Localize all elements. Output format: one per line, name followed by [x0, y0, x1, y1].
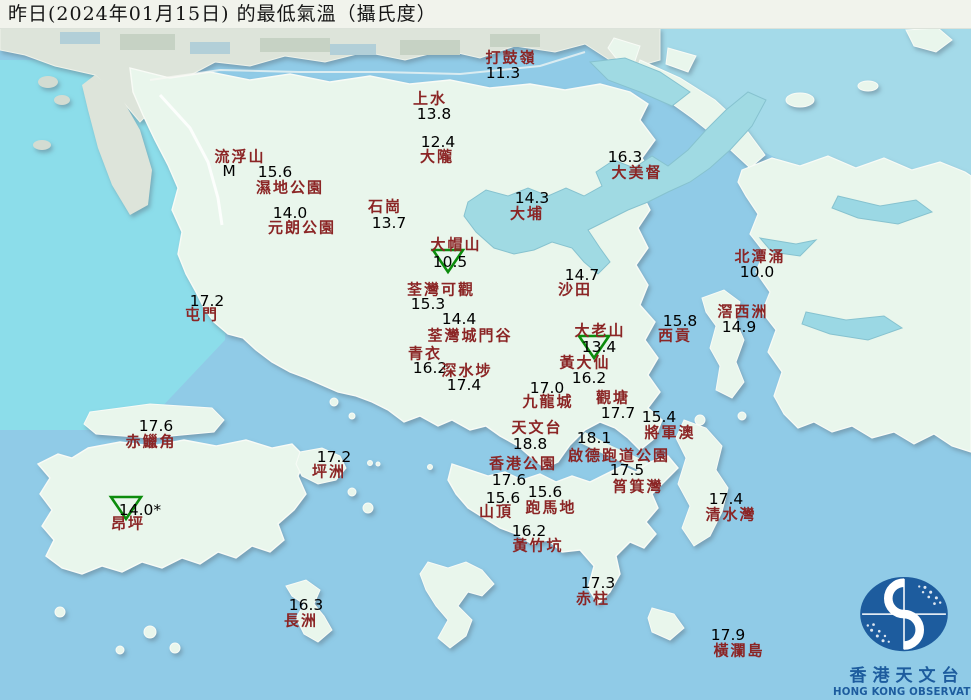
station-name-label: 將軍澳: [644, 423, 696, 442]
station-name-label: 天文台: [511, 418, 563, 437]
station-name-label: 黃竹坑: [512, 536, 564, 555]
station-name-label: 大美督: [611, 163, 663, 182]
station-name-label: 石崗: [367, 197, 403, 216]
station-name-label: 九龍城: [522, 392, 574, 411]
station-name-label: 深水埗: [441, 361, 493, 380]
station-name-label: 長洲: [283, 611, 319, 630]
station-name-label: 觀塘: [595, 388, 631, 407]
station-name-label: 元朗公園: [267, 218, 337, 237]
hko-logo-chinese-name: 香港天文台: [849, 666, 965, 686]
station-name-label: 青衣: [407, 344, 443, 363]
hko-logo-icon: [860, 576, 948, 652]
station-name-label: 黃大仙: [559, 353, 611, 372]
station-name-label: 西貢: [657, 326, 693, 345]
station-name-label: 沙田: [557, 280, 593, 299]
station-value: 17.6: [491, 471, 527, 489]
hko-logo-english-name: HONG KONG OBSERVATORY: [833, 687, 971, 698]
station-name-label: 昂坪: [110, 514, 146, 533]
hko-logo: 香港天文台 HONG KONG OBSERVATORY: [833, 576, 971, 698]
station-value: 10.5: [432, 253, 468, 271]
station-name-label: 香港公園: [488, 454, 558, 473]
station-name-label: 大隴: [419, 147, 455, 166]
station-name-label: 打鼓嶺: [485, 48, 537, 67]
station-name-label: 屯門: [184, 305, 220, 324]
station-name-label: 赤鱲角: [125, 432, 177, 451]
station-name-label: 荃灣可觀: [406, 280, 476, 299]
station-name-label: 清水灣: [705, 505, 757, 524]
hong-kong-map: [0, 0, 971, 700]
hko-min-temp-map-screenshot: 昨日(2024年01月15日) 的最低氣溫（攝氏度） 11.3 打鼓嶺 13.8 上水…: [0, 0, 971, 700]
station-name-label: 大老山: [574, 321, 626, 340]
station-name-label: 濕地公園: [255, 178, 325, 197]
station-name-label: 赤柱: [575, 589, 611, 608]
station-name-label: 山頂: [478, 502, 514, 521]
station-name-label: 筲箕灣: [612, 477, 664, 496]
station-name-label: 坪洲: [311, 462, 347, 481]
station-value: 18.8: [512, 435, 548, 453]
station-name-label: 北潭涌: [734, 247, 786, 266]
station-name-label: 大帽山: [430, 235, 482, 254]
map-title: 昨日(2024年01月15日) 的最低氣溫（攝氏度）: [8, 3, 437, 25]
station-name-label: 上水: [412, 89, 448, 108]
station-name-label: 大埔: [509, 204, 545, 223]
station-name-label: 滘西洲: [717, 302, 769, 321]
station-value: 13.7: [371, 214, 407, 232]
station-name-label: 跑馬地: [525, 498, 577, 517]
station-name-label: 橫瀾島: [713, 641, 765, 660]
